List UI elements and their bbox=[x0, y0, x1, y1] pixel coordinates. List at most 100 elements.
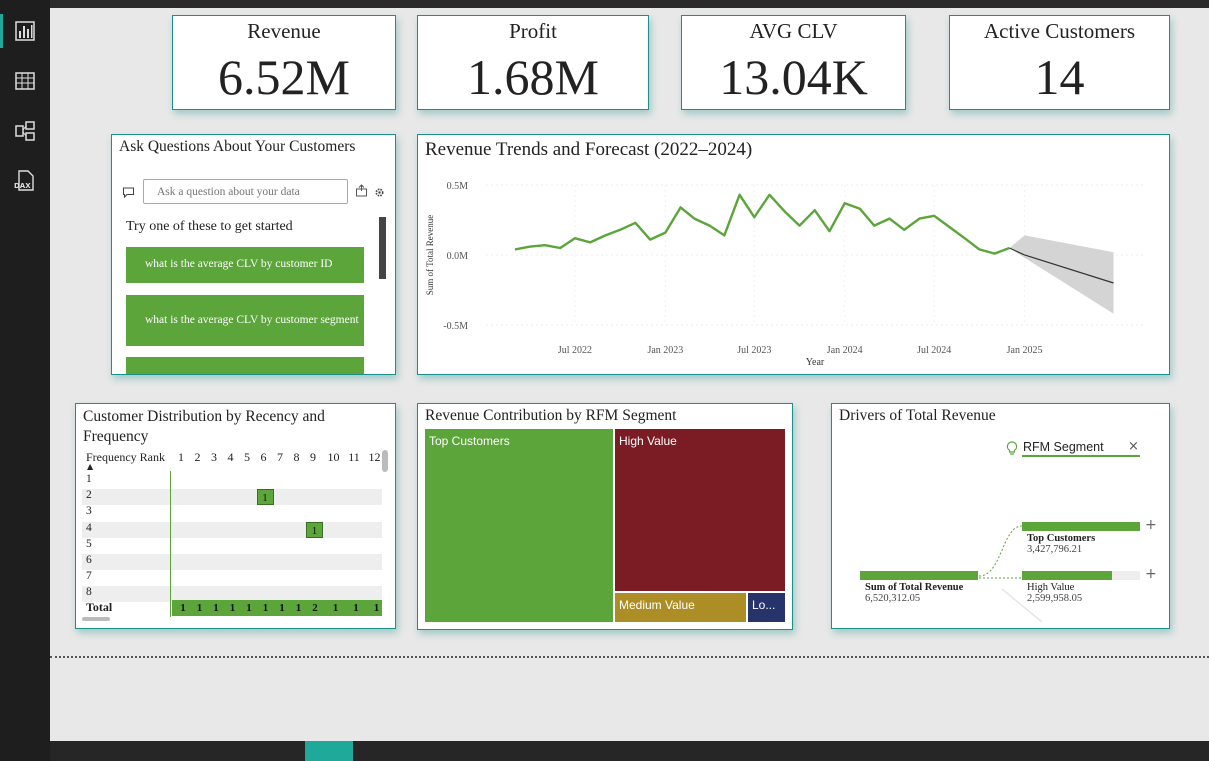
qa-visual-card[interactable]: Ask Questions About Your Customers Try o… bbox=[111, 134, 396, 375]
chart-title: Revenue Trends and Forecast (2022–2024) bbox=[425, 139, 753, 160]
treemap-medium-value[interactable]: Medium Value bbox=[615, 593, 746, 622]
forecast-line bbox=[1009, 247, 1114, 284]
sort-ascending-icon[interactable]: ▲ bbox=[87, 462, 93, 471]
matrix-total-value: 1 bbox=[279, 602, 285, 614]
page-boundary bbox=[50, 656, 1209, 658]
y-tick-label: 0.5M bbox=[447, 181, 469, 192]
matrix-column-header[interactable]: 6 bbox=[258, 450, 270, 465]
matrix-row-header[interactable]: 1 bbox=[86, 473, 92, 485]
rfm-segment-field-label: RFM Segment bbox=[1023, 440, 1104, 454]
kpi-value: 14 bbox=[1034, 49, 1085, 105]
matrix-column-header[interactable]: 5 bbox=[241, 450, 253, 465]
avg-clv-kpi-card[interactable]: AVG CLV 13.04K bbox=[681, 15, 906, 110]
matrix-total-value: 1 bbox=[373, 602, 380, 614]
matrix-total-value: 1 bbox=[246, 602, 252, 614]
x-tick-label: Jan 2024 bbox=[827, 345, 863, 356]
matrix-total-value: 1 bbox=[229, 602, 236, 614]
matrix-column-header[interactable]: 11 bbox=[348, 450, 360, 465]
matrix-column-header[interactable]: 4 bbox=[225, 450, 237, 465]
matrix-total-value: 1 bbox=[353, 602, 359, 614]
matrix-row-header[interactable]: 2 bbox=[86, 489, 92, 501]
child-value: 2,599,958.05 bbox=[1027, 593, 1083, 605]
matrix-column-header[interactable]: 2 bbox=[192, 450, 204, 465]
revenue-line-chart: 0.5M 0.0M -0.5M Jul 2022 Jan 2023 Jul 2023 Jan… bbox=[425, 181, 1144, 368]
root-bar[interactable] bbox=[860, 571, 978, 580]
matrix-row-header[interactable]: 4 bbox=[86, 522, 92, 534]
kpi-value: 1.68M bbox=[467, 49, 599, 105]
treemap-top-customers[interactable]: Top Customers bbox=[425, 429, 613, 622]
card-title: Revenue Contribution by RFM Segment bbox=[425, 407, 677, 424]
root-value: 6,520,312.05 bbox=[865, 593, 921, 605]
expand-plus-icon[interactable]: + bbox=[1145, 517, 1157, 533]
close-icon[interactable]: × bbox=[1128, 439, 1139, 454]
kpi-title: Active Customers bbox=[983, 19, 1136, 43]
dax-query-view-icon[interactable]: DAX bbox=[12, 168, 38, 194]
matrix-value-cell[interactable]: 1 bbox=[256, 489, 274, 506]
active-customers-kpi-card[interactable]: Active Customers 14 bbox=[949, 15, 1170, 110]
matrix-row-header[interactable]: 8 bbox=[86, 586, 92, 598]
kpi-title: Revenue bbox=[247, 19, 321, 43]
y-tick-label: 0.0M bbox=[447, 251, 469, 262]
matrix-row-header[interactable]: 3 bbox=[86, 505, 92, 517]
matrix-corner-header: Frequency Rank bbox=[86, 450, 165, 464]
kpi-title: Profit bbox=[509, 19, 557, 43]
table-view-icon[interactable] bbox=[12, 68, 38, 94]
x-tick-label: Jan 2023 bbox=[647, 345, 683, 356]
card-title: Drivers of Total Revenue bbox=[839, 407, 996, 424]
x-tick-label: Jul 2022 bbox=[558, 345, 592, 356]
y-axis-title: Sum of Total Revenue bbox=[425, 215, 435, 295]
qa-suggestion-button[interactable]: what is the average CLV by customer ID bbox=[126, 247, 364, 283]
scrollbar-thumb[interactable] bbox=[379, 217, 386, 279]
page-tabs-bar bbox=[50, 741, 1209, 761]
matrix-row-header[interactable]: 5 bbox=[86, 538, 92, 550]
card-title: Customer Distribution by Recency and Fre… bbox=[83, 408, 325, 445]
matrix-total-value: 2 bbox=[312, 602, 318, 614]
child-label: Top Customers bbox=[1027, 533, 1096, 544]
field-underline bbox=[1022, 455, 1140, 457]
matrix-column-header[interactable]: 9 bbox=[307, 450, 319, 465]
matrix-total-label: Total bbox=[86, 600, 113, 614]
matrix-row-header[interactable]: 6 bbox=[86, 554, 92, 566]
matrix-total-value: 1 bbox=[213, 602, 219, 614]
treemap-high-value[interactable]: High Value bbox=[615, 429, 785, 591]
qa-suggestion-button-partial[interactable] bbox=[126, 357, 364, 374]
matrix-column-header[interactable]: 10 bbox=[328, 450, 340, 465]
model-view-icon[interactable] bbox=[12, 118, 38, 144]
profit-kpi-card[interactable]: Profit 1.68M bbox=[417, 15, 649, 110]
x-axis-title: Year bbox=[806, 357, 825, 368]
share-icon[interactable] bbox=[355, 184, 368, 202]
matrix-column-header[interactable]: 3 bbox=[208, 450, 220, 465]
revenue-trend-card[interactable]: Revenue Trends and Forecast (2022–2024) … bbox=[417, 134, 1170, 375]
vertical-scrollbar[interactable] bbox=[382, 450, 388, 472]
matrix-column-header[interactable]: 1 bbox=[175, 450, 187, 465]
qa-question-input[interactable] bbox=[143, 179, 348, 204]
y-tick-label: -0.5M bbox=[443, 321, 468, 332]
title-bar bbox=[0, 0, 1209, 8]
matrix-divider bbox=[170, 471, 171, 617]
settings-gear-icon[interactable] bbox=[374, 185, 385, 203]
matrix-column-header[interactable]: 7 bbox=[274, 450, 286, 465]
decomposition-tree-card[interactable]: Drivers of Total Revenue RFM Segment × S… bbox=[831, 403, 1170, 629]
horizontal-scrollbar[interactable] bbox=[82, 617, 110, 621]
recency-frequency-matrix-card[interactable]: Customer Distribution by Recency and Fre… bbox=[75, 403, 396, 629]
report-view-icon[interactable] bbox=[12, 18, 38, 44]
matrix-value-cell[interactable]: 1 bbox=[306, 521, 323, 538]
lightbulb-icon bbox=[1006, 441, 1018, 461]
qa-suggestion-heading: Try one of these to get started bbox=[126, 219, 293, 234]
rfm-treemap-card[interactable]: Revenue Contribution by RFM Segment Top … bbox=[417, 403, 793, 630]
expand-plus-icon[interactable]: + bbox=[1145, 566, 1157, 582]
matrix-column-header[interactable]: 8 bbox=[291, 450, 303, 465]
revenue-kpi-card[interactable]: Revenue 6.52M bbox=[172, 15, 396, 110]
matrix-row-stripe bbox=[82, 554, 382, 570]
child-bar-high-value[interactable] bbox=[1022, 571, 1112, 580]
forecast-confidence-band bbox=[1009, 235, 1114, 314]
child-bar-top-customers[interactable] bbox=[1022, 522, 1140, 531]
child-label: High Value bbox=[1027, 582, 1075, 593]
kpi-value: 6.52M bbox=[218, 49, 350, 105]
treemap-low-value[interactable]: Lo... bbox=[748, 593, 785, 622]
qa-suggestion-button[interactable]: what is the average CLV by customer segm… bbox=[126, 295, 364, 346]
matrix-row-header[interactable]: 7 bbox=[86, 570, 92, 582]
matrix-column-header[interactable]: 12 bbox=[369, 450, 381, 465]
add-page-button[interactable] bbox=[305, 741, 353, 761]
matrix-row-stripe bbox=[82, 521, 382, 538]
